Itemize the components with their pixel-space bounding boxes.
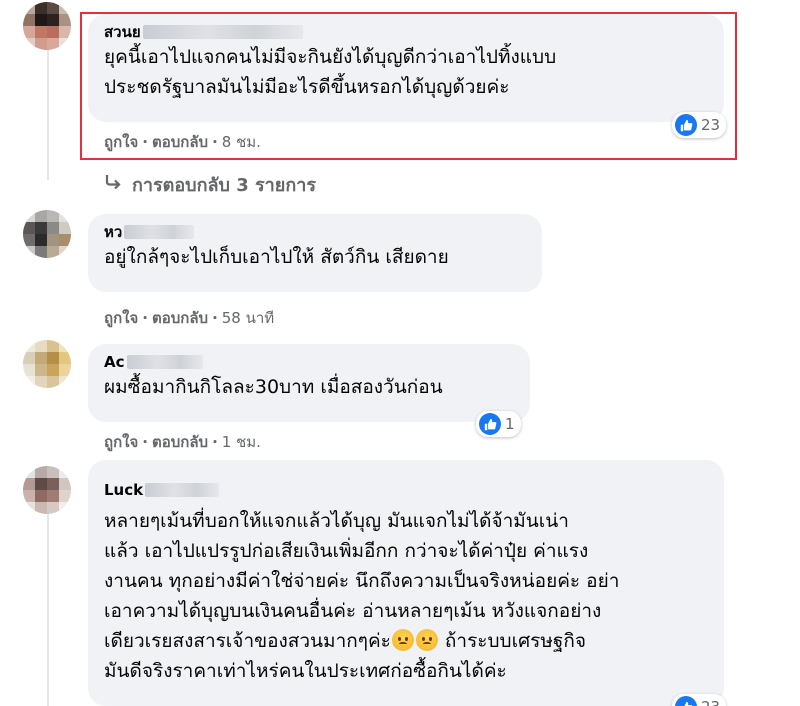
- avatar[interactable]: [23, 210, 71, 258]
- comment-bubble: Ac ผมซื้อมากินกิโลละ30บาท เมื่อสองวันก่อ…: [88, 344, 530, 422]
- redacted-name: [126, 355, 203, 369]
- timestamp[interactable]: 58 นาที: [222, 306, 274, 330]
- thread-line: [47, 50, 49, 180]
- comment-author[interactable]: Luck: [104, 480, 708, 500]
- reply-button[interactable]: ตอบกลับ: [152, 306, 208, 330]
- like-thumb-icon: [675, 696, 697, 706]
- like-thumb-icon: [479, 413, 501, 435]
- comment-bubble: Luck หลายๆเม้นที่บอกให้แจกแล้วได้บุญ มัน…: [88, 460, 724, 706]
- reaction-count-badge[interactable]: 1: [476, 411, 521, 437]
- highlight-box: [80, 12, 737, 160]
- view-replies-link[interactable]: การตอบกลับ 3 รายการ: [104, 170, 316, 199]
- avatar[interactable]: [23, 466, 71, 514]
- comment-text: อยู่ใกล้ๆจะไปเก็บเอาไปให้ สัตว์กิน เสียด…: [104, 246, 449, 268]
- avatar[interactable]: [23, 2, 71, 50]
- reaction-count-badge[interactable]: 23: [672, 694, 727, 706]
- reply-arrow-icon: [104, 174, 122, 195]
- comment-bubble: หว อยู่ใกล้ๆจะไปเก็บเอาไปให้ สัตว์กิน เส…: [88, 214, 542, 292]
- comment-actions: ถูกใจ · ตอบกลับ · 1 ชม.: [104, 430, 261, 454]
- timestamp[interactable]: 1 ชม.: [222, 430, 261, 454]
- sad-face-emoji: [391, 629, 414, 651]
- reply-button[interactable]: ตอบกลับ: [152, 430, 208, 454]
- sad-face-emoji: [415, 629, 438, 651]
- comment-text: ผมซื้อมากินกิโลละ30บาท เมื่อสองวันก่อน: [104, 376, 443, 398]
- redacted-name: [145, 483, 220, 497]
- comment-author[interactable]: Ac: [104, 352, 514, 372]
- redacted-name: [124, 225, 195, 239]
- like-button[interactable]: ถูกใจ: [104, 430, 138, 454]
- comment-text: หลายๆเม้นที่บอกให้แจกแล้วได้บุญ มันแจกไม…: [104, 510, 620, 682]
- comment-author[interactable]: หว: [104, 222, 526, 242]
- comment-actions: ถูกใจ · ตอบกลับ · 58 นาที: [104, 306, 274, 330]
- thread-line: [47, 500, 49, 706]
- avatar[interactable]: [23, 340, 71, 388]
- like-button[interactable]: ถูกใจ: [104, 306, 138, 330]
